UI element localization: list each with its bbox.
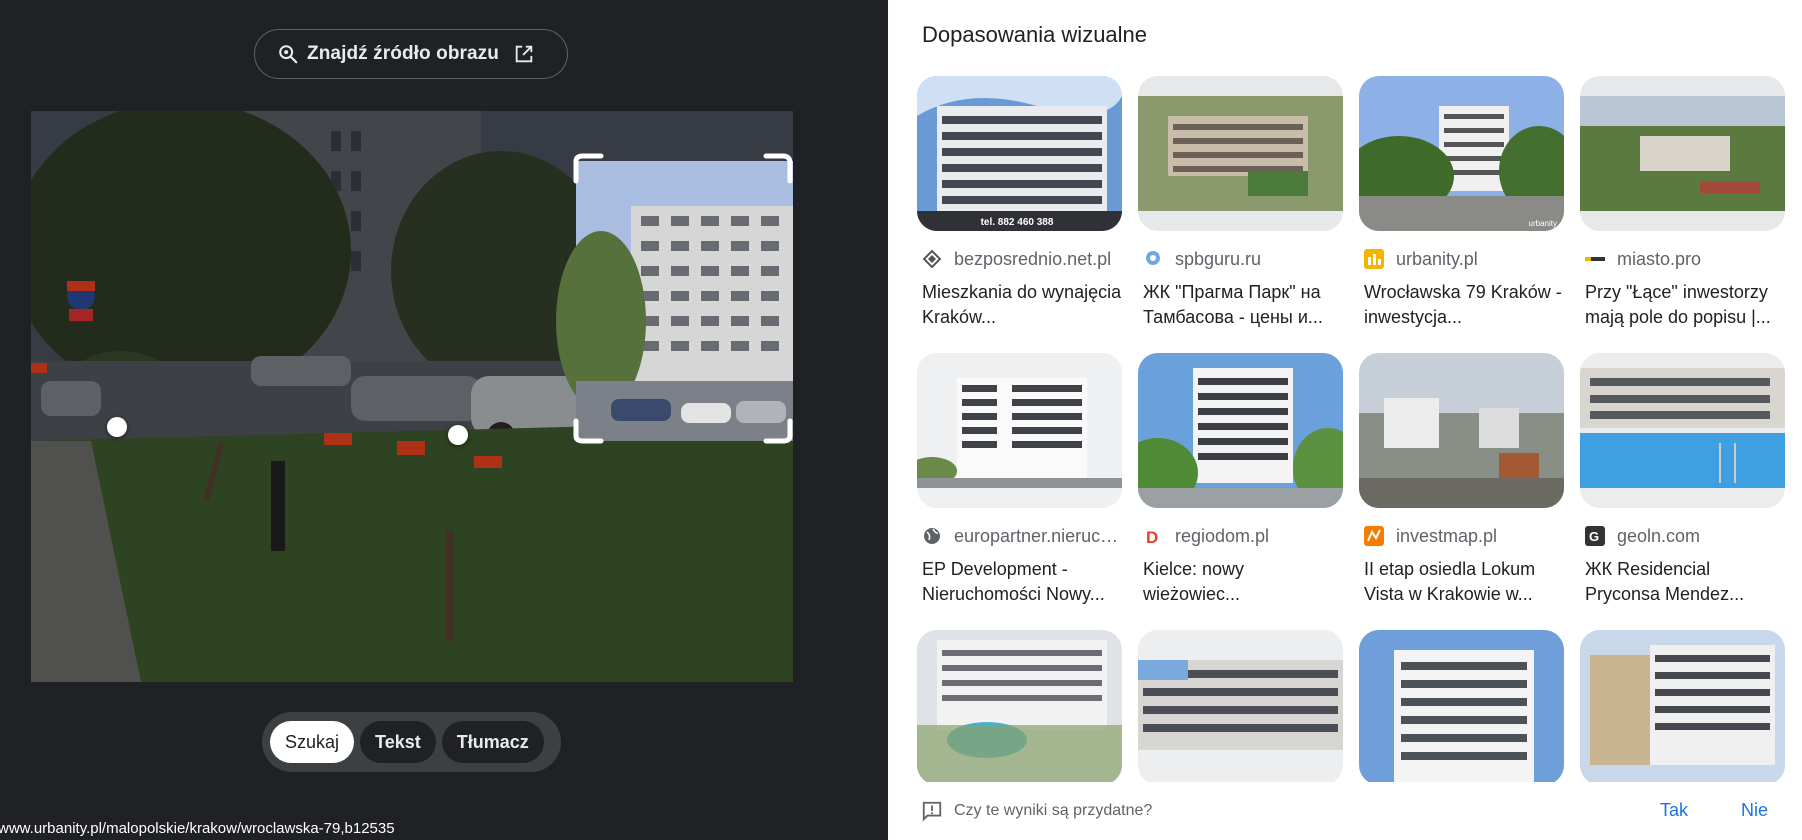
status-url: www.urbanity.pl/malopolskie/krakow/wrocl… [0,818,401,840]
result-card[interactable]: investmap.pl II etap osiedla Lokum Vista… [1359,353,1564,607]
mode-translate-button[interactable]: Tłumacz [441,721,544,763]
result-thumbnail[interactable] [1580,76,1785,231]
object-dot-center[interactable] [448,425,468,445]
feedback-icon [922,801,942,822]
find-source-label: Znajdź źródło obrazu [307,43,499,64]
image-panel: Znajdź źródło obrazu Szukaj Tekst Tłumac… [0,0,888,840]
result-source: bezposrednio.net.pl [917,248,1122,270]
result-card[interactable]: D regiodom.pl Kielce: nowy wieżowiec... [1138,353,1343,607]
g-favicon-icon: G [1585,526,1605,546]
phone-overlay: tel. 882 460 388 [981,217,1054,228]
result-card[interactable] [1359,630,1564,782]
mode-text-button[interactable]: Tekst [360,721,436,763]
result-title[interactable]: Wrocławska 79 Kraków - inwestycja... [1359,280,1564,330]
dots-favicon-icon [1585,249,1605,269]
svg-text:D: D [1146,528,1158,545]
result-source: europartner.nieruchomosci.pl [917,525,1122,547]
result-card[interactable]: europartner.nieruchomosci.pl EP Developm… [917,353,1122,607]
result-thumbnail[interactable]: urbanity [1359,76,1564,231]
result-thumbnail[interactable] [1580,353,1785,508]
result-title[interactable]: Kielce: nowy wieżowiec... [1138,557,1343,607]
d-favicon-icon: D [1143,526,1163,546]
result-source-name: geoln.com [1617,525,1701,546]
results-title: Dopasowania wizualne [922,22,1148,47]
result-card[interactable]: tel. 882 460 388 bezposrednio.net.pl Mie… [917,76,1122,330]
bars-favicon-icon [1364,249,1384,269]
results-grid: tel. 882 460 388 bezposrednio.net.pl Mie… [917,76,1797,782]
result-source-name: investmap.pl [1396,525,1498,546]
result-card[interactable]: G geoln.com ЖК Residencial Pryconsa Mend… [1580,353,1785,607]
result-title[interactable]: ЖК Residencial Pryconsa Mendez... [1580,557,1785,607]
result-thumbnail[interactable] [1138,353,1343,508]
feedback-yes-button[interactable]: Tak [1660,800,1688,821]
result-thumbnail[interactable] [917,353,1122,508]
mode-switcher: Szukaj Tekst Tłumacz [262,712,561,772]
mode-search-button[interactable]: Szukaj [270,721,355,763]
result-title[interactable]: ЖК "Прагма Парк" на Тамбасова - цены и..… [1138,280,1343,330]
find-image-source-button[interactable]: Znajdź źródło obrazu [254,29,568,79]
urbanity-watermark: urbanity [1529,219,1557,228]
map-favicon-icon [1364,526,1384,546]
globe-favicon-icon [922,526,942,546]
result-thumbnail[interactable] [1580,630,1785,782]
result-source-name: spbguru.ru [1175,248,1262,269]
result-card[interactable]: urbanity urbanity.pl Wrocławska 79 Krakó… [1359,76,1564,330]
result-source: urbanity.pl [1359,248,1564,270]
result-thumbnail[interactable] [1138,630,1343,782]
result-source-name: bezposrednio.net.pl [954,248,1112,269]
result-card[interactable]: spbguru.ru ЖК "Прагма Парк" на Тамбасова… [1138,76,1343,330]
result-title[interactable]: II etap osiedla Lokum Vista w Krakowie w… [1359,557,1564,607]
search-image [31,111,793,682]
result-source: investmap.pl [1359,525,1564,547]
result-source-name: miasto.pro [1617,248,1702,269]
result-source-name: urbanity.pl [1396,248,1478,269]
diamond-favicon-icon [922,249,942,269]
feedback-no-button[interactable]: Nie [1741,800,1768,821]
feedback-question: Czy te wyniki są przydatne? [954,802,1153,819]
result-title[interactable]: Mieszkania do wynajęcia Kraków... [917,280,1122,330]
result-thumbnail[interactable] [1138,76,1343,231]
result-card[interactable]: miasto.pro Przy "Łące" inwestorzy mają p… [1580,76,1785,330]
result-thumbnail[interactable] [1359,353,1564,508]
result-source-name: regiodom.pl [1175,525,1270,546]
result-title[interactable]: EP Development - Nieruchomości Nowy... [917,557,1122,607]
result-card[interactable] [1580,630,1785,782]
results-panel: Dopasowania wizualne tel. 882 460 388 be… [888,0,1802,840]
result-source: spbguru.ru [1138,248,1343,270]
result-card[interactable] [917,630,1122,782]
result-source-name: europartner.nieruchomosci.pl [954,525,1122,546]
result-thumbnail[interactable] [1359,630,1564,782]
feedback-bar: Czy te wyniki są przydatne? Tak Nie [888,782,1802,840]
open-in-new-icon [515,45,533,63]
result-source: miasto.pro [1580,248,1785,270]
pin-favicon-icon [1143,249,1163,269]
result-source: G geoln.com [1580,525,1785,547]
svg-text:G: G [1589,529,1599,544]
lens-search-icon [279,45,298,64]
result-card[interactable] [1138,630,1343,782]
result-source: D regiodom.pl [1138,525,1343,547]
result-thumbnail[interactable]: tel. 882 460 388 [917,76,1122,231]
result-title[interactable]: Przy "Łące" inwestorzy mają pole do popi… [1580,280,1785,330]
object-dot-left[interactable] [107,417,127,437]
result-thumbnail[interactable] [917,630,1122,782]
